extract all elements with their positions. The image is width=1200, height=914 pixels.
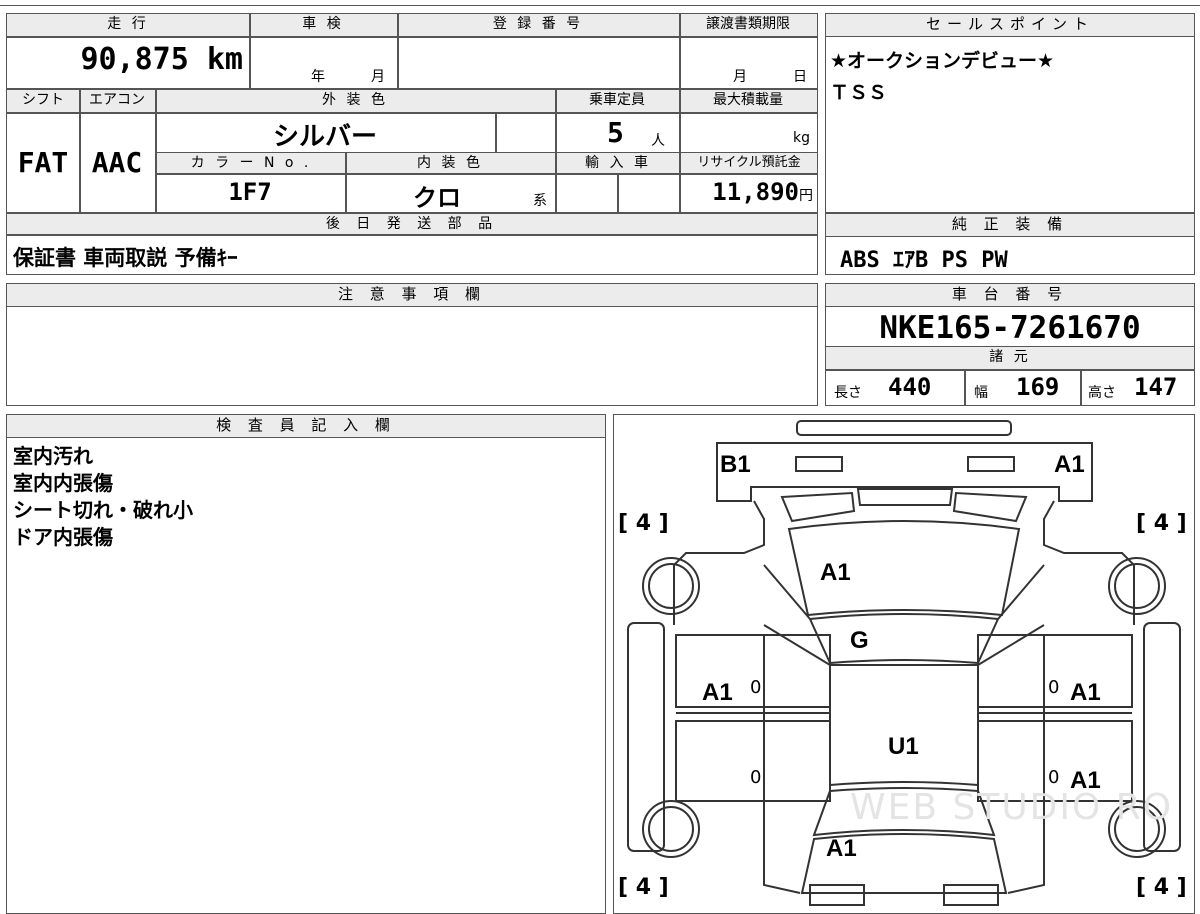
inspector-line: シート切れ・破れ小 <box>13 498 193 522</box>
left-front-door-grade: A1 <box>702 679 733 706</box>
height-value: 147 <box>1134 373 1178 401</box>
chassis-value: NKE165-7261670 <box>879 310 1141 346</box>
windshield-grade: G <box>850 627 869 654</box>
equipment-value: ABS ｴｱB PS PW <box>840 248 1008 273</box>
roof-grade: A1 <box>820 559 851 586</box>
colorno-header: カ ラ ー N o . <box>157 153 345 173</box>
ac-header: エアコン <box>79 90 155 112</box>
registration-header: 登 録 番 号 <box>397 14 679 36</box>
capacity-header: 乗車定員 <box>555 90 679 112</box>
tire-grade: [ 4 ] <box>618 511 669 536</box>
equipment-header: 純 正 装 備 <box>826 214 1194 237</box>
sales-point-header: セールスポイント <box>826 14 1194 37</box>
sales-point-line2: ＴＳＳ <box>830 82 888 104</box>
ac-value: AAC <box>91 146 143 179</box>
inspection-header: 車 検 <box>249 14 397 36</box>
front-grade: A1 <box>826 835 857 862</box>
rear-right-grade: A1 <box>1054 451 1085 478</box>
later-parts-value: 保証書 車両取説 予備ｷｰ <box>13 246 238 270</box>
dims-header: 諸 元 <box>826 347 1194 369</box>
inspector-line: ドア内張傷 <box>13 525 113 549</box>
transfer-month-unit: 月 <box>733 69 747 85</box>
chassis-header: 車 台 番 号 <box>826 284 1194 307</box>
interior-value: クロ <box>413 184 461 212</box>
inspector-header: 検 査 員 記 入 欄 <box>7 415 605 438</box>
exterior-value: シルバー <box>272 122 377 152</box>
inspection-year-unit: 年 <box>311 69 325 85</box>
mileage-header: 走 行 <box>7 14 249 36</box>
car-diagram-box: B1 A1 A1 G A1 A1 A1 U1 A1 0 0 0 0 [ 4 ] … <box>613 414 1195 914</box>
inspector-box: 検 査 員 記 入 欄 室内汚れ 室内内張傷 シート切れ・破れ小 ドア内張傷 <box>6 414 606 914</box>
chassis-box: 車 台 番 号 NKE165-7261670 諸 元 長さ 440 幅 169 … <box>825 283 1195 406</box>
rear-left-grade: B1 <box>720 451 751 478</box>
length-label: 長さ <box>834 385 862 401</box>
zero-mark: 0 <box>1048 767 1060 788</box>
watermark: WEB STUDIO RO <box>850 787 1174 828</box>
zero-mark: 0 <box>1048 677 1060 698</box>
length-value: 440 <box>888 373 932 401</box>
interior-header: 内 装 色 <box>345 153 555 173</box>
tire-grade: [ 4 ] <box>618 875 669 900</box>
mileage-value: 90,875 km <box>80 42 243 77</box>
transfer-header: 譲渡書類期限 <box>679 14 817 36</box>
inspection-month-unit: 月 <box>371 69 385 85</box>
sales-point-line1: ★オークションデビュー★ <box>830 50 1055 72</box>
tire-grade: [ 4 ] <box>1136 875 1187 900</box>
colorno-value: 1F7 <box>228 178 272 206</box>
inspector-notes: 室内汚れ 室内内張傷 シート切れ・破れ小 ドア内張傷 <box>13 443 193 551</box>
zero-mark: 0 <box>750 677 762 698</box>
height-label: 高さ <box>1088 385 1116 401</box>
vehicle-info-box: 走 行 車 検 登 録 番 号 譲渡書類期限 90,875 km 年 月 月 日… <box>6 13 818 275</box>
notes-box: 注 意 事 項 欄 <box>6 283 818 406</box>
zero-mark: 0 <box>750 767 762 788</box>
top-strip <box>0 0 1200 6</box>
later-parts-header: 後 日 発 送 部 品 <box>7 214 817 234</box>
capacity-unit: 人 <box>651 133 665 149</box>
width-value: 169 <box>1016 373 1060 401</box>
width-label: 幅 <box>974 385 988 401</box>
right-front-door-grade: A1 <box>1070 679 1101 706</box>
sales-point-box: セールスポイント ★オークションデビュー★ ＴＳＳ <box>825 13 1195 213</box>
maxload-unit: kg <box>793 130 810 146</box>
exterior-header: 外 装 色 <box>155 90 555 112</box>
equipment-box: 純 正 装 備 ABS ｴｱB PS PW <box>825 213 1195 275</box>
tire-grade: [ 4 ] <box>1136 511 1187 536</box>
recycle-header: リサイクル預託金 <box>681 153 817 173</box>
notes-header: 注 意 事 項 欄 <box>7 284 817 307</box>
capacity-value: 5 <box>607 116 624 149</box>
maxload-header: 最大積載量 <box>679 90 817 112</box>
hood-grade: U1 <box>888 733 919 760</box>
transfer-day-unit: 日 <box>793 69 807 85</box>
car-diagram <box>627 420 1181 906</box>
shift-header: シフト <box>7 90 79 112</box>
recycle-value: 11,890円 <box>712 178 813 206</box>
inspector-line: 室内汚れ <box>13 444 93 468</box>
inspector-line: 室内内張傷 <box>13 471 113 495</box>
import-header: 輸 入 車 <box>557 153 679 173</box>
interior-suffix: 系 <box>533 193 547 209</box>
shift-value: FAT <box>17 146 69 179</box>
